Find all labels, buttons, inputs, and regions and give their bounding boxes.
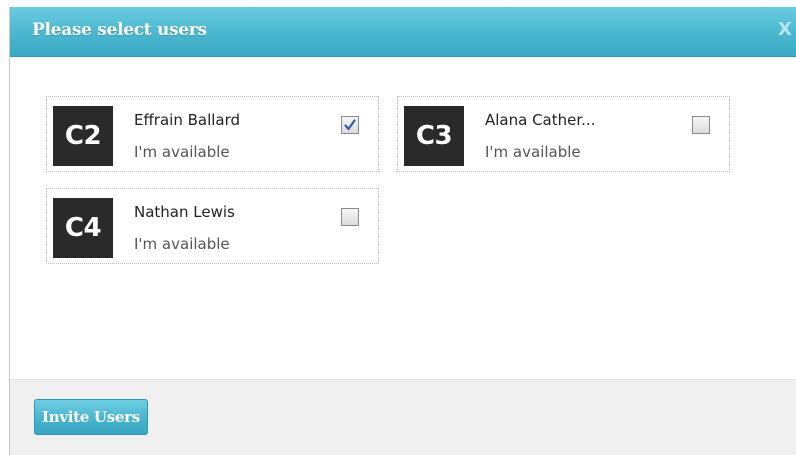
user-name: Alana Cather... <box>485 111 596 129</box>
select-users-dialog: Please select users X C2 Effrain Ballard… <box>9 7 796 455</box>
user-card-effrain-ballard[interactable]: C2 Effrain Ballard I'm available <box>46 96 379 172</box>
dialog-body: C2 Effrain Ballard I'm available C3 Alan… <box>10 57 796 379</box>
select-user-checkbox[interactable] <box>692 116 710 134</box>
user-name: Effrain Ballard <box>134 111 241 129</box>
avatar: C3 <box>404 106 464 166</box>
invite-users-button[interactable]: Invite Users <box>34 399 148 435</box>
select-user-checkbox[interactable] <box>341 116 359 134</box>
user-card-alana-cather[interactable]: C3 Alana Cather... I'm available <box>397 96 730 172</box>
avatar: C4 <box>53 198 113 258</box>
close-icon[interactable]: X <box>778 19 792 40</box>
user-card-nathan-lewis[interactable]: C4 Nathan Lewis I'm available <box>46 188 379 264</box>
user-name: Nathan Lewis <box>134 203 235 221</box>
user-status: I'm available <box>485 143 581 161</box>
user-status: I'm available <box>134 143 230 161</box>
dialog-title: Please select users <box>32 20 207 40</box>
dialog-titlebar: Please select users X <box>10 7 796 57</box>
dialog-footer: Invite Users <box>10 379 796 455</box>
checkmark-icon <box>344 119 356 131</box>
user-status: I'm available <box>134 235 230 253</box>
avatar: C2 <box>53 106 113 166</box>
select-user-checkbox[interactable] <box>341 208 359 226</box>
